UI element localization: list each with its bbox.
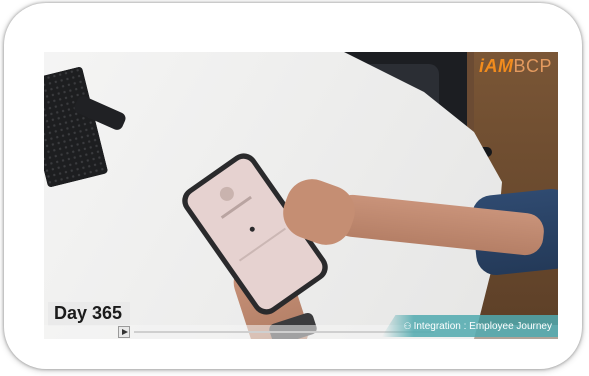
video-card: iAMBCP Day 365 ⚇ Integration : Employee J… [4, 3, 582, 369]
chapter-title: Integration : Employee Journey [413, 321, 552, 332]
day-caption: Day 365 [48, 302, 131, 326]
logo-bcp: BCP [513, 56, 552, 76]
iambcp-logo: iAMBCP [479, 56, 552, 77]
phone-dot [248, 225, 256, 233]
logo-am: AM [484, 56, 514, 76]
phone-divider [238, 227, 286, 262]
play-icon[interactable] [118, 326, 130, 338]
phone-avatar [217, 184, 237, 204]
video-frame[interactable]: iAMBCP Day 365 ⚇ Integration : Employee J… [44, 52, 558, 339]
chapter-ribbon: ⚇ Integration : Employee Journey [381, 315, 558, 337]
people-icon: ⚇ [403, 321, 412, 331]
